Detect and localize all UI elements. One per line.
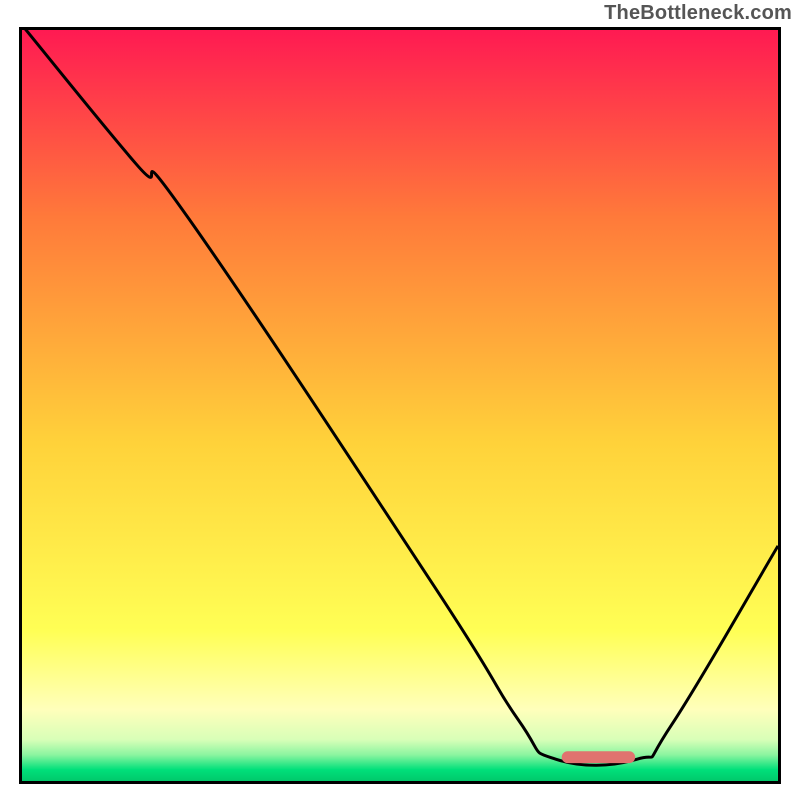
watermark-text: TheBottleneck.com xyxy=(604,2,792,25)
optimal-range-marker xyxy=(562,751,635,763)
bottleneck-curve xyxy=(22,30,778,781)
chart-frame xyxy=(19,27,781,784)
